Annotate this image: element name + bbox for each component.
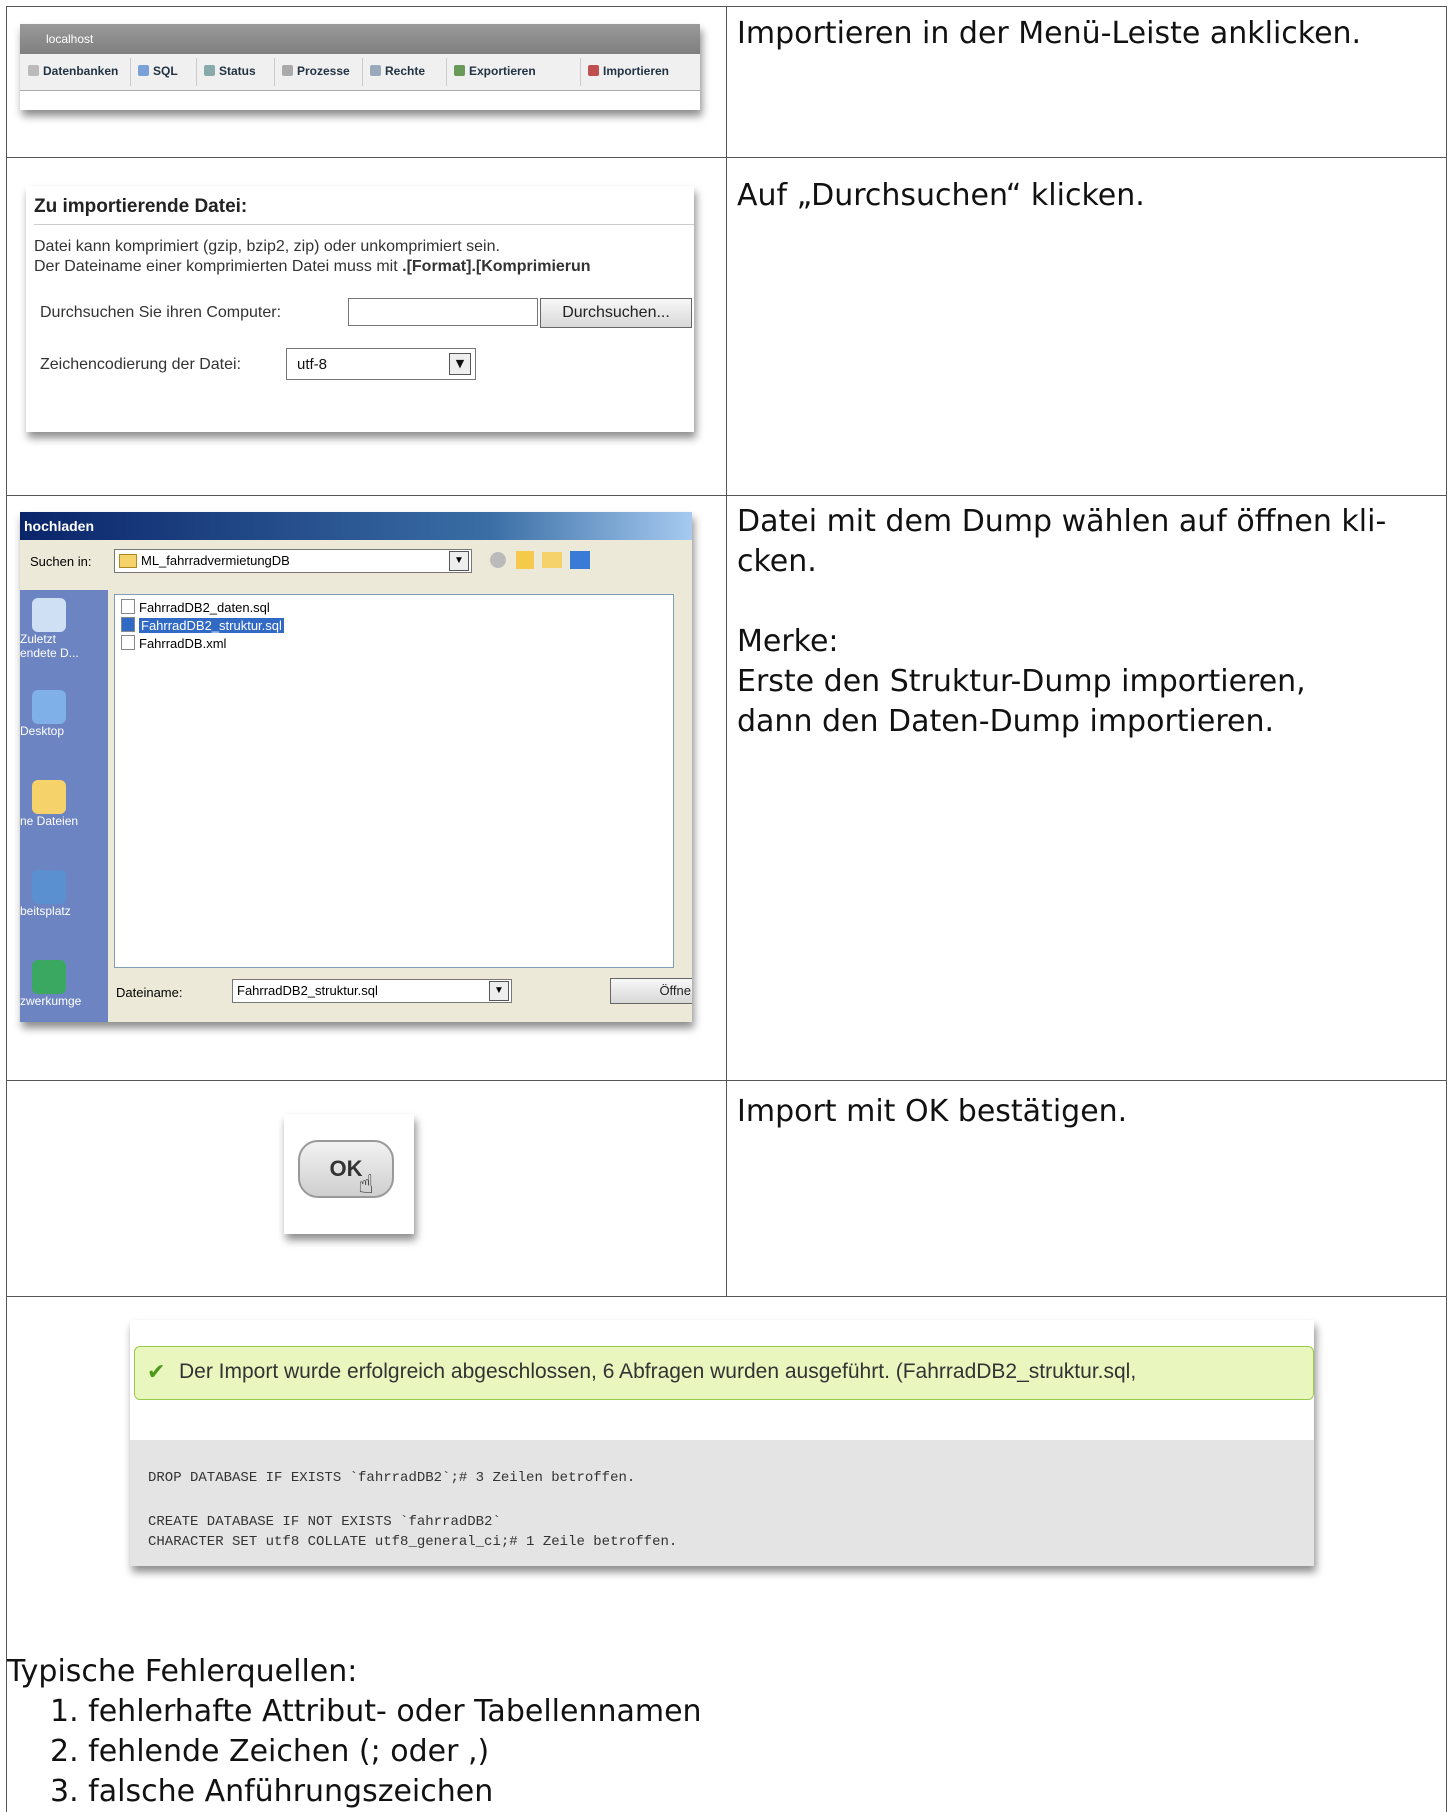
folder-icon (119, 554, 137, 568)
checkmark-icon: ✔ (147, 1359, 166, 1384)
tab-icon (138, 65, 149, 76)
file-list: FahrradDB2_daten.sql FahrradDB2_struktur… (114, 594, 674, 968)
import-form-screenshot: Zu importierende Datei: Datei kann kompr… (26, 186, 694, 432)
sql-output: DROP DATABASE IF EXISTS `fahrradDB2`;# 3… (130, 1440, 1314, 1566)
tab-icon (282, 65, 293, 76)
hand-cursor-icon: ☝ (358, 1170, 374, 1200)
error-item: 2. fehlende Zeichen (; oder ,) (50, 1734, 490, 1769)
file-dialog-screenshot: hochladen Suchen in: ML_fahrradvermietun… (20, 512, 692, 1022)
chevron-down-icon: ▼ (449, 551, 469, 571)
form-info-line: Datei kann komprimiert (gzip, bzip2, zip… (34, 238, 500, 255)
sql-line: DROP DATABASE IF EXISTS `fahrradDB2`;# 3… (148, 1470, 636, 1486)
charset-label: Zeichencodierung der Datei: (40, 356, 242, 373)
sql-line: CHARACTER SET utf8 COLLATE utf8_general_… (148, 1534, 678, 1550)
menu-screenshot: localhost Datenbanken SQL Status Prozesse Re… (20, 24, 700, 110)
row-divider (6, 1296, 1447, 1297)
host-label: localhost (46, 32, 94, 46)
error-item: 1. fehlerhafte Attribut- oder Tabellenna… (50, 1694, 702, 1729)
import-result-screenshot: ✔ Der Import wurde erfolgreich abgeschlo… (130, 1320, 1314, 1566)
menu-tabs: Datenbanken SQL Status Prozesse Rechte Export… (20, 54, 700, 91)
tab-icon (370, 65, 381, 76)
instruction-1: Importieren in der Menü-Leiste anklicken… (737, 16, 1362, 51)
tab-exportieren[interactable]: Exportieren (454, 64, 536, 78)
column-divider (726, 6, 727, 1296)
browse-label: Durchsuchen Sie ihren Computer: (40, 304, 282, 321)
instruction-4: Import mit OK bestätigen. (737, 1094, 1128, 1129)
tab-status[interactable]: Status (204, 64, 256, 78)
instruction-3: Datei mit dem Dump wählen auf öffnen kli… (737, 504, 1387, 739)
tab-rechte[interactable]: Rechte (370, 64, 425, 78)
new-folder-icon[interactable] (542, 552, 562, 568)
open-button[interactable]: Öffne (610, 978, 692, 1004)
dialog-title: hochladen (24, 518, 95, 534)
file-item[interactable]: FahrradDB2_daten.sql (121, 599, 270, 615)
tab-icon (454, 65, 465, 76)
tab-icon (28, 65, 39, 76)
tab-icon (204, 65, 215, 76)
ok-button[interactable]: OK (298, 1140, 394, 1198)
error-item: 3. falsche Anführungszeichen (50, 1774, 494, 1809)
look-in-select[interactable]: ML_fahrradvermietungDB ▼ (114, 549, 472, 573)
sql-line: CREATE DATABASE IF NOT EXISTS `fahrradDB… (148, 1514, 501, 1530)
back-icon[interactable] (490, 552, 506, 568)
place-network[interactable]: zwerkumge (20, 960, 108, 1008)
tab-importieren[interactable]: Importieren (588, 64, 669, 78)
places-bar: Zuletzt endete D... Desktop ne Dateien be… (20, 590, 108, 1022)
ok-screenshot: OK ☝ (284, 1114, 414, 1234)
file-path-input[interactable] (348, 298, 538, 326)
tab-datenbanken[interactable]: Datenbanken (28, 64, 118, 78)
form-title: Zu importierende Datei: (34, 196, 248, 217)
tab-icon (588, 65, 599, 76)
place-documents[interactable]: ne Dateien (20, 780, 108, 828)
look-in-label: Suchen in: (30, 554, 92, 569)
up-folder-icon[interactable] (516, 551, 534, 569)
browse-button[interactable]: Durchsuchen... (540, 298, 692, 328)
form-info-line-2: Der Dateiname einer komprimierten Datei … (34, 258, 591, 275)
charset-select[interactable]: utf-8 ▼ (286, 348, 476, 380)
filename-input[interactable]: FahrradDB2_struktur.sql ▼ (232, 979, 512, 1003)
chevron-down-icon: ▼ (489, 981, 509, 1001)
file-item-selected[interactable]: FahrradDB2_struktur.sql (121, 617, 284, 633)
filename-label: Dateiname: (116, 985, 183, 1000)
success-message: ✔ Der Import wurde erfolgreich abgeschlo… (134, 1346, 1314, 1400)
instruction-2: Auf „Durchsuchen“ klicken. (737, 178, 1145, 213)
place-recent[interactable]: Zuletzt endete D... (20, 598, 108, 660)
place-computer[interactable]: beitsplatz (20, 870, 108, 918)
tab-sql[interactable]: SQL (138, 64, 178, 78)
view-menu-icon[interactable] (570, 551, 590, 569)
place-desktop[interactable]: Desktop (20, 690, 108, 738)
tab-prozesse[interactable]: Prozesse (282, 64, 350, 78)
errors-heading: Typische Fehlerquellen: (7, 1654, 358, 1689)
chevron-down-icon: ▼ (449, 353, 471, 375)
file-item[interactable]: FahrradDB.xml (121, 635, 226, 651)
note-title: Merke: (737, 624, 839, 659)
